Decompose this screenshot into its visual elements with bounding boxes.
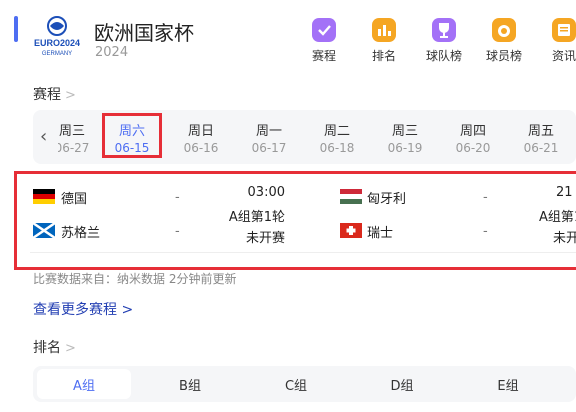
day-item[interactable]: 周五 06-21 bbox=[511, 120, 571, 155]
bar-chart-icon bbox=[372, 18, 396, 42]
scotland-flag-icon bbox=[33, 223, 55, 238]
tab-group-a[interactable]: A组 bbox=[54, 375, 114, 394]
divider bbox=[30, 252, 576, 253]
away-score: - bbox=[483, 224, 488, 239]
tab-group-d[interactable]: D组 bbox=[372, 375, 432, 394]
nav-player-rank-label: 球员榜 bbox=[485, 49, 522, 63]
page-title: 欧洲国家杯 bbox=[94, 21, 194, 45]
calendar-check-icon bbox=[312, 18, 336, 42]
away-score: - bbox=[175, 224, 180, 239]
home-score: - bbox=[175, 190, 180, 205]
ranking-section-title[interactable]: 排名 > bbox=[33, 337, 76, 357]
day-date: 06-19 bbox=[387, 141, 423, 155]
day-week: 周五 bbox=[527, 124, 554, 139]
match-group-round: A组第1 bbox=[539, 210, 576, 225]
chevron-right-icon: > bbox=[65, 341, 76, 356]
tab-group-c[interactable]: C组 bbox=[266, 375, 326, 394]
news-icon bbox=[552, 18, 576, 42]
day-week: 周日 bbox=[187, 124, 214, 139]
match-list-highlight bbox=[14, 171, 576, 270]
home-score: - bbox=[483, 190, 488, 205]
nav-player-rank[interactable]: 球员榜 bbox=[482, 18, 526, 64]
match-group-round: A组第1轮 bbox=[228, 210, 285, 225]
day-item[interactable]: 周四 06-20 bbox=[443, 120, 503, 155]
day-date: 06-16 bbox=[183, 141, 219, 155]
day-item[interactable]: 周二 06-18 bbox=[307, 120, 367, 155]
day-item[interactable]: 周日 06-16 bbox=[171, 120, 231, 155]
data-source-note: 比赛数据来自：纳米数据 2分钟前更新 bbox=[33, 272, 237, 286]
tab-group-e[interactable]: E组 bbox=[478, 375, 538, 394]
day-item[interactable]: 周三 06-19 bbox=[375, 120, 435, 155]
nav-ranking[interactable]: 排名 bbox=[362, 18, 406, 64]
nav-team-rank[interactable]: 球队榜 bbox=[422, 18, 466, 64]
germany-flag-icon bbox=[33, 189, 55, 204]
logo-subtext: GERMANY bbox=[42, 51, 72, 57]
schedule-section-title[interactable]: 赛程 > bbox=[33, 84, 76, 104]
chevron-right-icon: > bbox=[65, 88, 76, 103]
season-year: 2024 bbox=[95, 45, 129, 60]
nav-schedule-label: 赛程 bbox=[311, 49, 336, 63]
accent-bar bbox=[14, 16, 18, 42]
nav-news[interactable]: 资讯 bbox=[542, 18, 576, 64]
match-status: 未开赛 bbox=[245, 231, 285, 246]
ranking-section-label: 排名 bbox=[33, 340, 61, 356]
logo-text: EURO2024 bbox=[34, 38, 80, 48]
nav-news-label: 资讯 bbox=[551, 49, 576, 63]
top-nav: 赛程 排名 球队榜 球员榜 资讯 bbox=[300, 18, 576, 68]
tab-group-b[interactable]: B组 bbox=[160, 375, 220, 394]
day-date: 06-20 bbox=[455, 141, 491, 155]
match-time: 03:00 bbox=[247, 185, 285, 200]
chevron-left-icon[interactable]: ‹ bbox=[40, 126, 47, 147]
away-team-name[interactable]: 瑞士 bbox=[367, 222, 393, 241]
medal-icon bbox=[492, 18, 516, 42]
schedule-section-label: 赛程 bbox=[33, 87, 61, 103]
nav-schedule[interactable]: 赛程 bbox=[302, 18, 346, 64]
day-week: 周二 bbox=[323, 124, 350, 139]
euro2024-logo: EURO2024 GERMANY bbox=[30, 14, 84, 62]
day-date: 06-17 bbox=[251, 141, 287, 155]
home-team-name[interactable]: 德国 bbox=[61, 188, 87, 207]
day-date: 06-21 bbox=[523, 141, 559, 155]
nav-team-rank-label: 球队榜 bbox=[425, 49, 462, 63]
day-week: 周一 bbox=[255, 124, 282, 139]
match-status: 未开 bbox=[553, 231, 576, 246]
trophy-icon bbox=[432, 18, 456, 42]
day-date: 06-18 bbox=[319, 141, 355, 155]
home-team-name[interactable]: 匈牙利 bbox=[367, 188, 406, 207]
nav-ranking-label: 排名 bbox=[371, 49, 396, 63]
day-week: 周三 bbox=[391, 124, 418, 139]
away-team-name[interactable]: 苏格兰 bbox=[61, 222, 100, 241]
more-schedule-link[interactable]: 查看更多赛程 > bbox=[33, 299, 133, 319]
day-week: 周四 bbox=[459, 124, 486, 139]
switzerland-flag-icon bbox=[340, 223, 362, 238]
selected-day-highlight bbox=[102, 113, 162, 158]
match-time: 21 bbox=[556, 185, 573, 200]
hungary-flag-icon bbox=[340, 189, 362, 204]
day-item[interactable]: 周一 06-17 bbox=[239, 120, 299, 155]
